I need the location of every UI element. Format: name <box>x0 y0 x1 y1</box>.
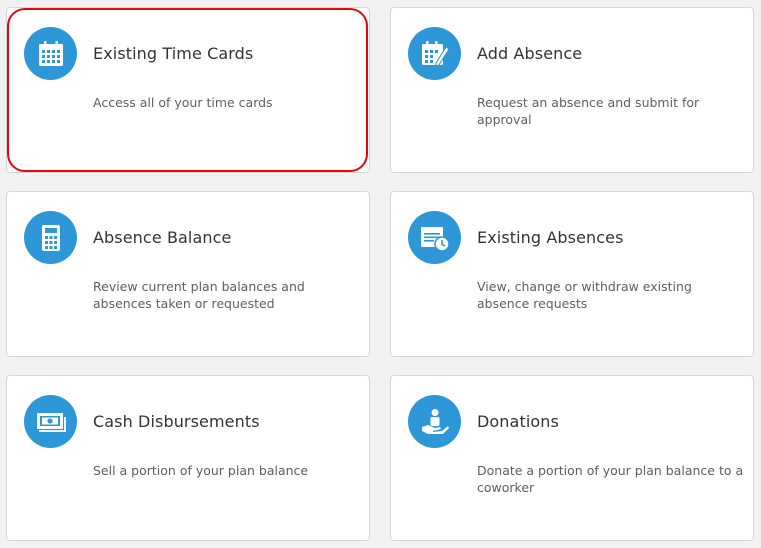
donation-hand-icon <box>408 395 461 448</box>
card-description: Sell a portion of your plan balance <box>93 463 309 478</box>
card-existing-absences[interactable]: Existing Absences View, change or withdr… <box>390 191 754 357</box>
card-cash-disbursements[interactable]: Cash Disbursements Sell a portion of you… <box>6 375 370 541</box>
calendar-clock-icon <box>408 211 461 264</box>
cash-icon <box>24 395 77 448</box>
card-description: Donate a portion of your plan balance to… <box>477 463 744 495</box>
card-title: Donations <box>477 412 559 431</box>
card-description: Request an absence and submit for approv… <box>477 95 700 127</box>
card-description: Access all of your time cards <box>93 95 273 110</box>
card-title: Existing Time Cards <box>93 44 254 63</box>
card-description: Review current plan balances and absence… <box>93 279 305 311</box>
card-donations[interactable]: Donations Donate a portion of your plan … <box>390 375 754 541</box>
card-title: Existing Absences <box>477 228 624 247</box>
calendar-edit-icon <box>408 27 461 80</box>
card-existing-time-cards[interactable]: Existing Time Cards Access all of your t… <box>6 7 370 173</box>
card-title: Absence Balance <box>93 228 232 247</box>
absence-tiles-grid: Existing Time Cards Access all of your t… <box>0 0 761 548</box>
calculator-icon <box>24 211 77 264</box>
card-add-absence[interactable]: Add Absence Request an absence and submi… <box>390 7 754 173</box>
card-title: Add Absence <box>477 44 583 63</box>
card-absence-balance[interactable]: Absence Balance Review current plan bala… <box>6 191 370 357</box>
card-title: Cash Disbursements <box>93 412 260 431</box>
calendar-grid-icon <box>24 27 77 80</box>
card-description: View, change or withdraw existing absenc… <box>477 279 692 311</box>
